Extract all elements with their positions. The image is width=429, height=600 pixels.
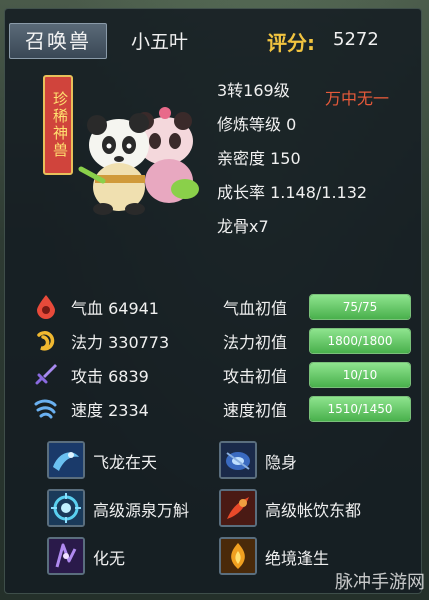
mana-swirl-icon — [37, 331, 55, 351]
blood-drop-icon — [37, 295, 55, 319]
pet-portrait[interactable]: 珍稀神兽 — [37, 69, 199, 219]
stat-value: 气血 64941 — [71, 299, 159, 318]
pet-name[interactable]: 小五叶 — [131, 27, 188, 54]
stat-base-bar: 10/10 — [309, 362, 411, 388]
site-watermark: 脉冲手游网 — [335, 572, 425, 593]
stealth-skill-icon — [219, 441, 257, 479]
pet-rank: 万中无一 — [325, 89, 390, 108]
sword-icon — [35, 364, 57, 385]
panel-header: 召唤兽 小五叶 评分: 5272 — [5, 9, 421, 63]
pet-growth-rate: 成长率 1.148/1.132 — [217, 183, 368, 202]
stat-value: 速度 2334 — [71, 401, 149, 420]
pet-intimacy: 亲密度 150 — [217, 149, 301, 168]
stat-base-label: 法力初值 — [223, 333, 288, 352]
stat-row-speed: 速度 2334 速度初值 1510/1450 — [5, 393, 421, 427]
score-label: 评分: — [267, 31, 315, 55]
stat-base-value: 1510/1450 — [327, 402, 393, 416]
drink-skill-icon — [219, 489, 257, 527]
panel-title: 召唤兽 — [9, 23, 107, 59]
stat-base-label: 速度初值 — [223, 401, 288, 420]
stat-base-bar: 75/75 — [309, 294, 411, 320]
pet-detail-panel: 召唤兽 小五叶 评分: 5272 珍稀神兽 3转169级 万中无一 修炼等级 0… — [4, 8, 422, 594]
skill-label: 隐身 — [265, 453, 298, 472]
stat-base-bar: 1800/1800 — [309, 328, 411, 354]
rare-beast-seal: 珍稀神兽 — [43, 75, 73, 175]
pet-level: 3转169级 — [217, 81, 290, 100]
spring-skill-icon — [47, 489, 85, 527]
stat-value: 攻击 6839 — [71, 367, 149, 386]
stat-base-value: 1800/1800 — [327, 334, 393, 348]
phoenix-skill-icon — [219, 537, 257, 575]
skill-label: 高级帐饮东都 — [265, 501, 362, 520]
skill-label: 绝境逢生 — [265, 549, 330, 568]
stat-row-attack: 攻击 6839 攻击初值 10/10 — [5, 359, 421, 393]
pet-cultivation: 修炼等级 0 — [217, 115, 297, 134]
stat-value: 法力 330773 — [71, 333, 170, 352]
skill-label: 化无 — [93, 549, 126, 568]
skill-label: 高级源泉万斛 — [93, 501, 190, 520]
wind-speed-icon — [34, 399, 57, 419]
stat-row-mp: 法力 330773 法力初值 1800/1800 — [5, 325, 421, 359]
stat-base-value: 10/10 — [342, 368, 378, 382]
flying-dragon-skill-icon — [47, 441, 85, 479]
skill-label: 飞龙在天 — [93, 453, 158, 472]
pet-dragon-bone: 龙骨x7 — [217, 217, 269, 236]
stat-base-label: 攻击初值 — [223, 367, 288, 386]
stat-base-label: 气血初值 — [223, 299, 288, 318]
score-value: 5272 — [333, 29, 379, 50]
panda-pet-icon — [78, 107, 199, 215]
transform-skill-icon — [47, 537, 85, 575]
stat-base-value: 75/75 — [342, 300, 378, 314]
stat-row-hp: 气血 64941 气血初值 75/75 — [5, 291, 421, 325]
stat-base-bar: 1510/1450 — [309, 396, 411, 422]
